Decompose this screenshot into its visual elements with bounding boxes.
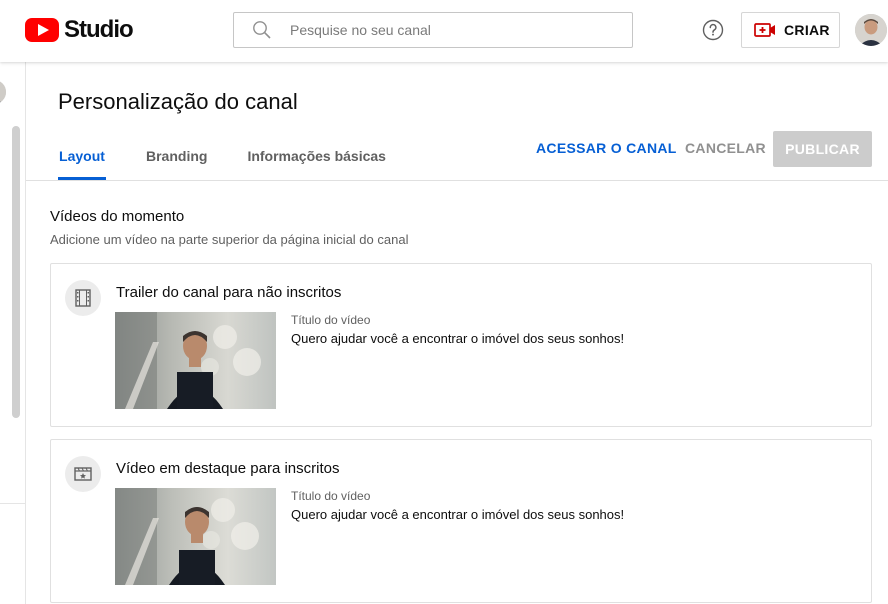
tab-branding[interactable]: Branding (146, 140, 207, 180)
video-title-label: Título do vídeo (291, 489, 371, 503)
tab-bar: Layout Branding Informações básicas (58, 140, 386, 180)
video-title-value: Quero ajudar você a encontrar o imóvel d… (291, 507, 625, 522)
visit-channel-button[interactable]: ACESSAR O CANAL (536, 140, 677, 156)
publish-button[interactable]: PUBLICAR (773, 131, 872, 167)
search-box[interactable] (233, 12, 633, 48)
film-strip-icon (65, 280, 101, 316)
create-label: CRIAR (784, 22, 830, 38)
video-title-label: Título do vídeo (291, 313, 371, 327)
sidebar-scrollbar[interactable] (12, 126, 20, 418)
cancel-button[interactable]: CANCELAR (685, 140, 766, 156)
sidebar-divider (0, 503, 26, 504)
top-bar: Studio CRIAR (0, 0, 888, 62)
youtube-play-icon (25, 18, 59, 42)
tab-layout[interactable]: Layout (58, 140, 106, 180)
help-icon[interactable] (701, 18, 725, 42)
create-button[interactable]: CRIAR (741, 12, 840, 48)
video-thumbnail[interactable] (115, 312, 276, 409)
video-thumbnail[interactable] (115, 488, 276, 585)
card-title: Vídeo em destaque para inscritos (116, 460, 340, 477)
channel-trailer-card: Trailer do canal para não inscritos Títu… (50, 263, 872, 427)
video-title-value: Quero ajudar você a encontrar o imóvel d… (291, 331, 625, 346)
logo-text: Studio (64, 16, 134, 43)
featured-video-card: Vídeo em destaque para inscritos Título … (50, 439, 872, 603)
section-subtitle: Adicione um vídeo na parte superior da p… (50, 232, 409, 247)
channel-avatar[interactable] (0, 80, 6, 104)
video-camera-plus-icon (754, 22, 776, 38)
studio-logo[interactable]: Studio (25, 16, 134, 44)
account-avatar[interactable] (855, 14, 887, 46)
section-title: Vídeos do momento (50, 208, 185, 225)
tab-basic-info[interactable]: Informações básicas (247, 140, 386, 180)
header-divider (26, 180, 888, 181)
featured-video-icon (65, 456, 101, 492)
card-title: Trailer do canal para não inscritos (116, 284, 342, 301)
search-icon[interactable] (242, 13, 282, 47)
page-title: Personalização do canal (58, 89, 298, 114)
left-sidebar (0, 62, 26, 604)
search-input[interactable] (282, 22, 632, 38)
